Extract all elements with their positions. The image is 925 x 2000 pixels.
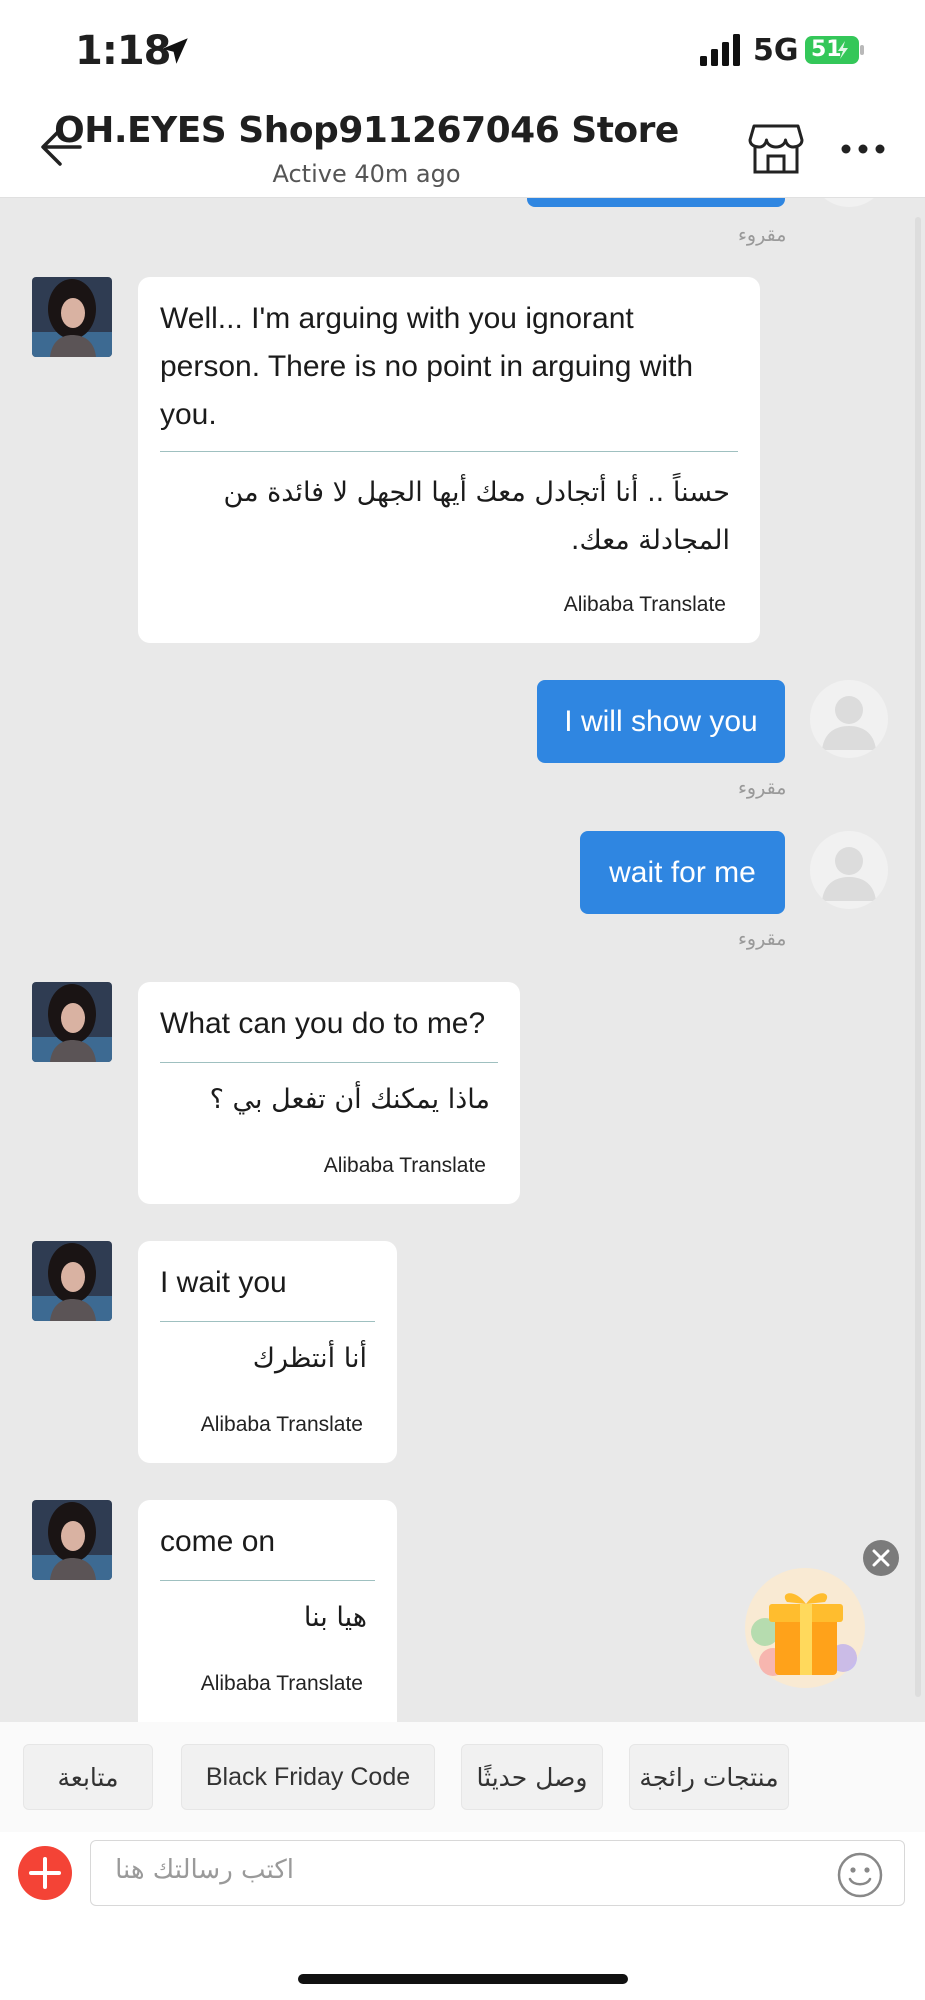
message-text: come on — [160, 1525, 276, 1558]
store-avatar[interactable] — [32, 1241, 112, 1321]
translated-text: حسناً .. أنا أتجادل معك أيها الجهل لا فا… — [223, 477, 730, 556]
home-indicator-area — [0, 1922, 925, 2000]
gift-promo-icon[interactable] — [735, 1562, 875, 1692]
quick-reply-black-friday[interactable]: Black Friday Code — [181, 1744, 435, 1810]
incoming-message[interactable]: I wait you أنا أنتظرك Alibaba Translate — [138, 1241, 397, 1463]
message-input[interactable]: اكتب رسالتك هنا — [90, 1840, 905, 1906]
quick-reply-follow[interactable]: متابعة — [23, 1744, 153, 1810]
translated-text: ماذا يمكنك أن تفعل بي ؟ — [209, 1084, 490, 1115]
scrollbar[interactable] — [915, 217, 921, 1697]
translator-label: Alibaba Translate — [200, 1413, 363, 1436]
store-icon[interactable] — [748, 122, 804, 176]
message-text: Well... I'm arguing with you ignorant pe… — [160, 302, 694, 431]
translator-label: Alibaba Translate — [200, 1672, 363, 1695]
home-indicator[interactable] — [298, 1974, 628, 1984]
quick-reply-bar: متابعة Black Friday Code وصل حديثًا منتج… — [0, 1722, 925, 1832]
my-avatar — [810, 831, 888, 909]
divider — [160, 451, 738, 452]
my-avatar — [810, 197, 888, 207]
outgoing-message[interactable] — [527, 197, 785, 207]
message-text: I wait you — [160, 1266, 287, 1299]
battery-icon: 51 — [805, 36, 865, 64]
composer: اكتب رسالتك هنا — [0, 1832, 925, 1922]
outgoing-message[interactable]: I will show you — [537, 680, 785, 763]
message-input-placeholder: اكتب رسالتك هنا — [115, 1855, 294, 1885]
store-avatar[interactable] — [32, 277, 112, 357]
translated-text: هيا بنا — [303, 1602, 367, 1633]
battery-level: 51 — [811, 37, 842, 62]
divider — [160, 1321, 375, 1322]
translator-label: Alibaba Translate — [563, 593, 726, 616]
chat-header: OH.EYES Shop911267046 Store Active 40m a… — [0, 100, 925, 198]
read-receipt: مقروء — [738, 928, 787, 950]
status-bar: 1:18 5G 51 — [0, 0, 925, 100]
outgoing-message[interactable]: wait for me — [580, 831, 785, 914]
incoming-message[interactable]: What can you do to me? ماذا يمكنك أن تفع… — [138, 982, 520, 1204]
my-avatar — [810, 680, 888, 758]
read-receipt: مقروء — [738, 224, 787, 246]
quick-reply-new-arrivals[interactable]: وصل حديثًا — [461, 1744, 603, 1810]
quick-reply-trending[interactable]: منتجات رائجة — [629, 1744, 789, 1810]
store-avatar[interactable] — [32, 982, 112, 1062]
clock: 1:18 — [75, 28, 171, 74]
network-type: 5G — [753, 33, 799, 68]
location-arrow-icon — [162, 38, 188, 64]
translator-label: Alibaba Translate — [323, 1154, 486, 1177]
translated-text: أنا أنتظرك — [252, 1343, 367, 1374]
close-icon[interactable] — [863, 1540, 899, 1576]
add-attachment-button[interactable] — [18, 1846, 72, 1900]
store-avatar[interactable] — [32, 1500, 112, 1580]
emoji-icon[interactable] — [836, 1851, 884, 1899]
divider — [160, 1062, 498, 1063]
incoming-message[interactable]: Well... I'm arguing with you ignorant pe… — [138, 277, 760, 643]
divider — [160, 1580, 375, 1581]
incoming-message[interactable]: come on هيا بنا Alibaba Translate — [138, 1500, 397, 1722]
message-text: What can you do to me? — [160, 1007, 486, 1040]
message-list[interactable]: مقروء Well... I'm arguing with you ignor… — [0, 197, 925, 1722]
more-options-icon[interactable] — [840, 142, 886, 156]
read-receipt: مقروء — [738, 777, 787, 799]
signal-icon — [700, 34, 740, 66]
